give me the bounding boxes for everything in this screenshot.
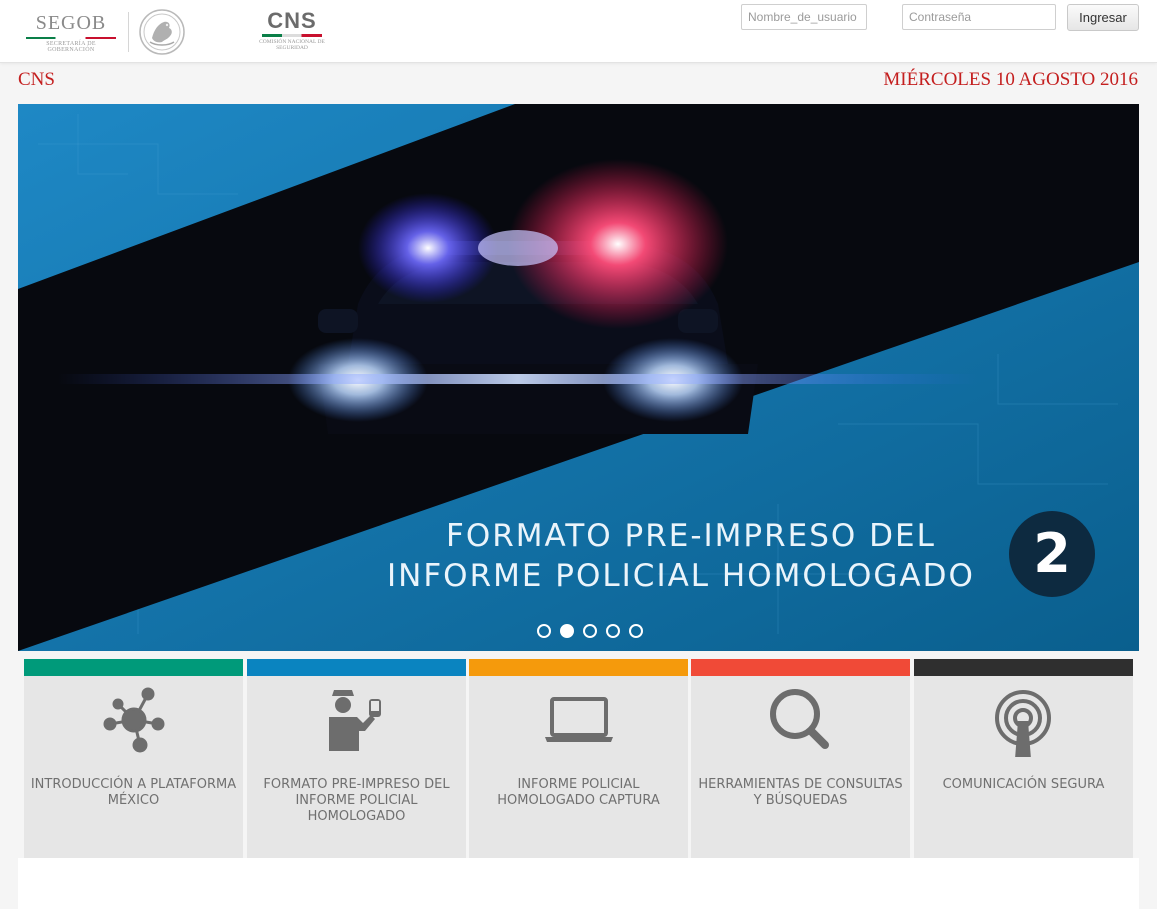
carousel-dot-4[interactable] xyxy=(606,624,620,638)
login-button[interactable]: Ingresar xyxy=(1067,4,1139,31)
hero-carousel[interactable]: FORMATO PRE-IMPRESO DEL INFORME POLICIAL… xyxy=(18,104,1139,651)
cns-logo[interactable]: CNS COMISIÓN NACIONAL DE SEGURIDAD xyxy=(258,8,326,54)
banner-number-badge: 2 xyxy=(1009,511,1095,597)
username-input[interactable] xyxy=(741,4,867,30)
segob-logo[interactable]: SEGOB SECRETARÍA DE GOBERNACIÓN xyxy=(22,10,120,53)
banner-headline-line1: FORMATO PRE-IMPRESO DEL xyxy=(446,518,936,554)
segob-logo-bar xyxy=(26,37,116,39)
tile-label: INFORME POLICIAL HOMOLOGADO CAPTURA xyxy=(497,777,660,808)
tile-label: INTRODUCCIÓN A PLATAFORMA MÉXICO xyxy=(30,777,237,808)
carousel-dot-3[interactable] xyxy=(583,624,597,638)
site-header: SEGOB SECRETARÍA DE GOBERNACIÓN CNS COMI… xyxy=(0,0,1157,63)
tile-color-bar xyxy=(247,659,466,676)
segob-logo-title: SEGOB xyxy=(35,12,107,34)
network-icon xyxy=(103,687,165,753)
page-date: MIÉRCOLES 10 AGOSTO 2016 xyxy=(883,69,1138,90)
module-tiles: INTRODUCCIÓN A PLATAFORMA MÉXICO FORMATO… xyxy=(24,659,1133,858)
tile-label: COMUNICACIÓN SEGURA xyxy=(942,777,1105,792)
tile-informe-policial-captura[interactable]: INFORME POLICIAL HOMOLOGADO CAPTURA xyxy=(469,659,688,858)
magnifier-icon xyxy=(770,689,829,749)
tile-color-bar xyxy=(914,659,1133,676)
carousel-pagination xyxy=(537,624,643,638)
coat-of-arms-seal-icon xyxy=(139,9,185,55)
tile-color-bar xyxy=(691,659,910,676)
carousel-dot-1[interactable] xyxy=(537,624,551,638)
carousel-dot-5[interactable] xyxy=(629,624,643,638)
tile-color-bar xyxy=(469,659,688,676)
tile-color-bar xyxy=(24,659,243,676)
tile-introduccion-plataforma-mexico[interactable]: INTRODUCCIÓN A PLATAFORMA MÉXICO xyxy=(24,659,243,858)
banner-headline-line2: INFORME POLICIAL HOMOLOGADO xyxy=(387,558,975,594)
page-title: CNS xyxy=(18,69,55,90)
cns-logo-title: CNS xyxy=(267,8,317,33)
cns-logo-bar xyxy=(262,34,322,37)
header-divider xyxy=(128,12,129,52)
segob-logo-subtitle: SECRETARÍA DE GOBERNACIÓN xyxy=(46,41,96,53)
tile-label: FORMATO PRE-IMPRESO DEL INFORME POLICIAL… xyxy=(263,777,450,824)
password-input[interactable] xyxy=(902,4,1056,30)
cns-logo-subtitle: COMISIÓN NACIONAL DE SEGURIDAD xyxy=(259,39,325,51)
tile-comunicacion-segura[interactable]: COMUNICACIÓN SEGURA xyxy=(914,659,1133,858)
content-area-footer xyxy=(18,858,1139,909)
carousel-dot-2[interactable] xyxy=(560,624,574,638)
tile-label: HERRAMIENTAS DE CONSULTAS Y BÚSQUEDAS xyxy=(698,777,903,808)
tile-herramientas-consultas[interactable]: HERRAMIENTAS DE CONSULTAS Y BÚSQUEDAS xyxy=(691,659,910,858)
police-officer-icon xyxy=(329,690,381,751)
tile-formato-pre-impreso[interactable]: FORMATO PRE-IMPRESO DEL INFORME POLICIAL… xyxy=(247,659,466,858)
laptop-icon xyxy=(545,697,613,742)
antenna-icon xyxy=(995,690,1051,757)
